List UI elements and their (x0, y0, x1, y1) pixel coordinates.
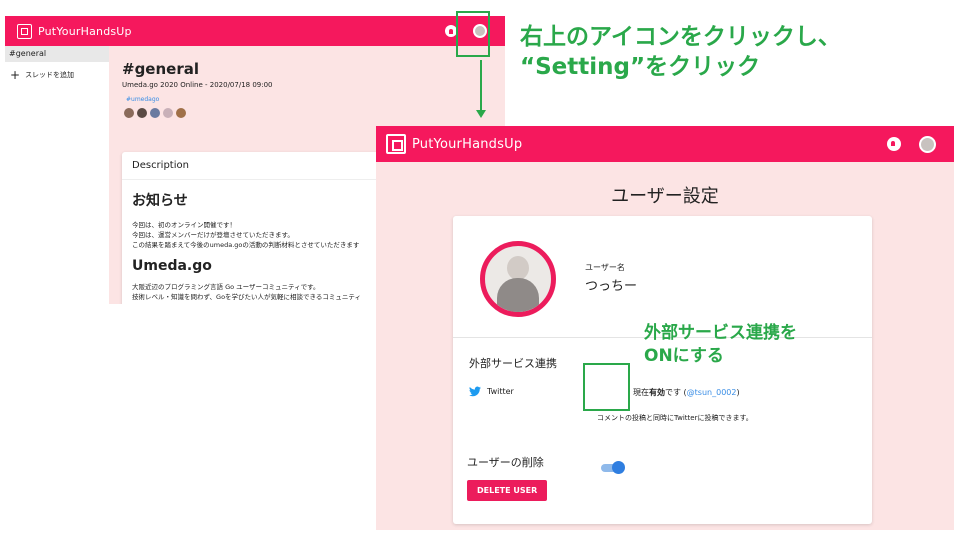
twitter-status: 現在有効です (@tsun_0002) (633, 387, 740, 398)
app-logo[interactable]: PutYourHandsUp (386, 134, 522, 154)
arrow-line (480, 60, 482, 112)
channel-subtitle: Umeda.go 2020 Online - 2020/07/18 09:00 (122, 81, 273, 89)
umedago-line: 大阪近辺のプログラミング言語 Go ユーザーコミュニティです。 (132, 283, 320, 291)
service-instruction-line: 外部サービス連携を (644, 323, 797, 343)
instruction-line: 右上のアイコンをクリックし、 (520, 24, 841, 50)
settings-card: ユーザー名 つっちー 外部サービス連携 Twitter 現在有効です (@tsu… (453, 216, 872, 524)
status-close: ) (736, 388, 740, 397)
twitter-toggle[interactable] (599, 461, 625, 475)
app-bar: PutYourHandsUp (376, 126, 954, 162)
participant-avatar[interactable] (176, 108, 186, 118)
participant-avatar[interactable] (163, 108, 173, 118)
username-label: ユーザー名 (585, 263, 625, 272)
twitter-handle-link[interactable]: @tsun_0002 (687, 388, 737, 397)
add-thread-button[interactable]: + スレッドを追加 (5, 62, 109, 88)
logo-icon (386, 134, 406, 154)
participant-avatars (124, 108, 186, 118)
participant-avatar[interactable] (124, 108, 134, 118)
channel-title: #general (122, 60, 199, 78)
twitter-label: Twitter (487, 387, 514, 396)
instruction-line: “Setting”をクリック (520, 54, 761, 80)
arrow-down-icon (476, 110, 486, 118)
status-value: 有効 (649, 388, 665, 397)
participant-avatar[interactable] (137, 108, 147, 118)
add-thread-label: スレッドを追加 (25, 71, 75, 79)
service-instruction-text: 外部サービス連携を ONにする (644, 322, 797, 368)
umedago-heading: Umeda.go (132, 258, 212, 274)
channel-tag[interactable]: #umedago (126, 96, 159, 103)
app-name: PutYourHandsUp (412, 136, 523, 152)
status-prefix: 現在 (633, 388, 649, 397)
logo-icon (17, 23, 32, 39)
username-value: つっちー (585, 279, 638, 294)
user-avatar-button[interactable] (919, 135, 936, 153)
notice-line: 今回は、初のオンライン開催です！ (132, 221, 236, 229)
external-services-heading: 外部サービス連携 (469, 357, 557, 370)
sidebar-item-general[interactable]: #general (5, 46, 109, 62)
plus-icon: + (10, 68, 21, 82)
twitter-row: Twitter (469, 386, 514, 397)
delete-user-heading: ユーザーの削除 (467, 456, 544, 469)
app-logo[interactable]: PutYourHandsUp (17, 23, 132, 39)
notice-text: 今回は、初のオンライン開催です！ 今回は、運営メンバーだけが登壇させていただきま… (132, 220, 412, 250)
app-bar: PutYourHandsUp (5, 16, 505, 46)
umedago-text: 大阪近辺のプログラミング言語 Go ユーザーコミュニティです。 技術レベル・知識… (132, 282, 412, 302)
notice-heading: お知らせ (132, 193, 188, 209)
app-name: PutYourHandsUp (38, 24, 132, 38)
twitter-icon (469, 386, 481, 397)
toggle-highlight-box (583, 363, 630, 411)
page-title: ユーザー設定 (611, 186, 719, 207)
instruction-text: 右上のアイコンをクリックし、 “Setting”をクリック (520, 22, 841, 82)
notice-line: この結果を踏まえて今後のumeda.goの活動の判断材料とさせていただきます (132, 241, 360, 249)
toggle-knob (612, 461, 625, 474)
sidebar: #general + スレッドを追加 (5, 46, 109, 304)
status-suffix: です ( (665, 388, 687, 397)
umedago-line: 技術レベル・知識を問わず、Goを学びたい人が気軽に相談できるコミュニティ (132, 293, 362, 301)
profile-avatar (480, 241, 556, 317)
delete-user-button[interactable]: DELETE USER (467, 480, 548, 501)
service-instruction-line: ONにする (644, 346, 724, 366)
notice-line: 今回は、運営メンバーだけが登壇させていただきます。 (132, 231, 294, 239)
twitter-note: コメントの投稿と同時にTwitterに投稿できます。 (597, 414, 753, 422)
participant-avatar[interactable] (150, 108, 160, 118)
avatar-highlight-box (456, 11, 490, 57)
github-icon[interactable] (887, 137, 901, 151)
